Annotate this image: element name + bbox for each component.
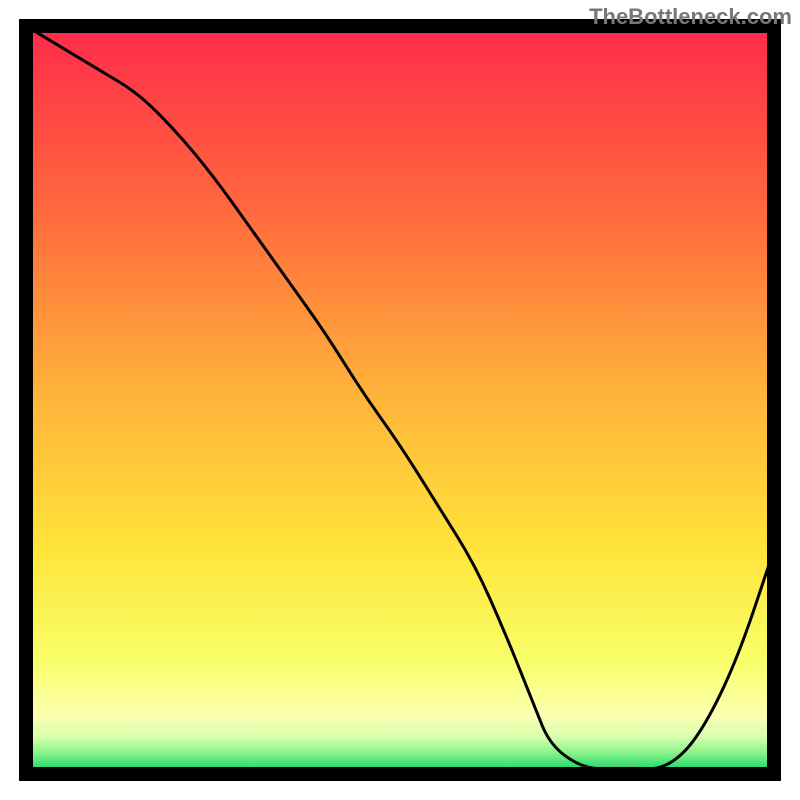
bottleneck-chart (0, 0, 800, 800)
watermark-text: TheBottleneck.com (589, 4, 792, 30)
chart-container: TheBottleneck.com (0, 0, 800, 800)
gradient-background (26, 26, 774, 774)
